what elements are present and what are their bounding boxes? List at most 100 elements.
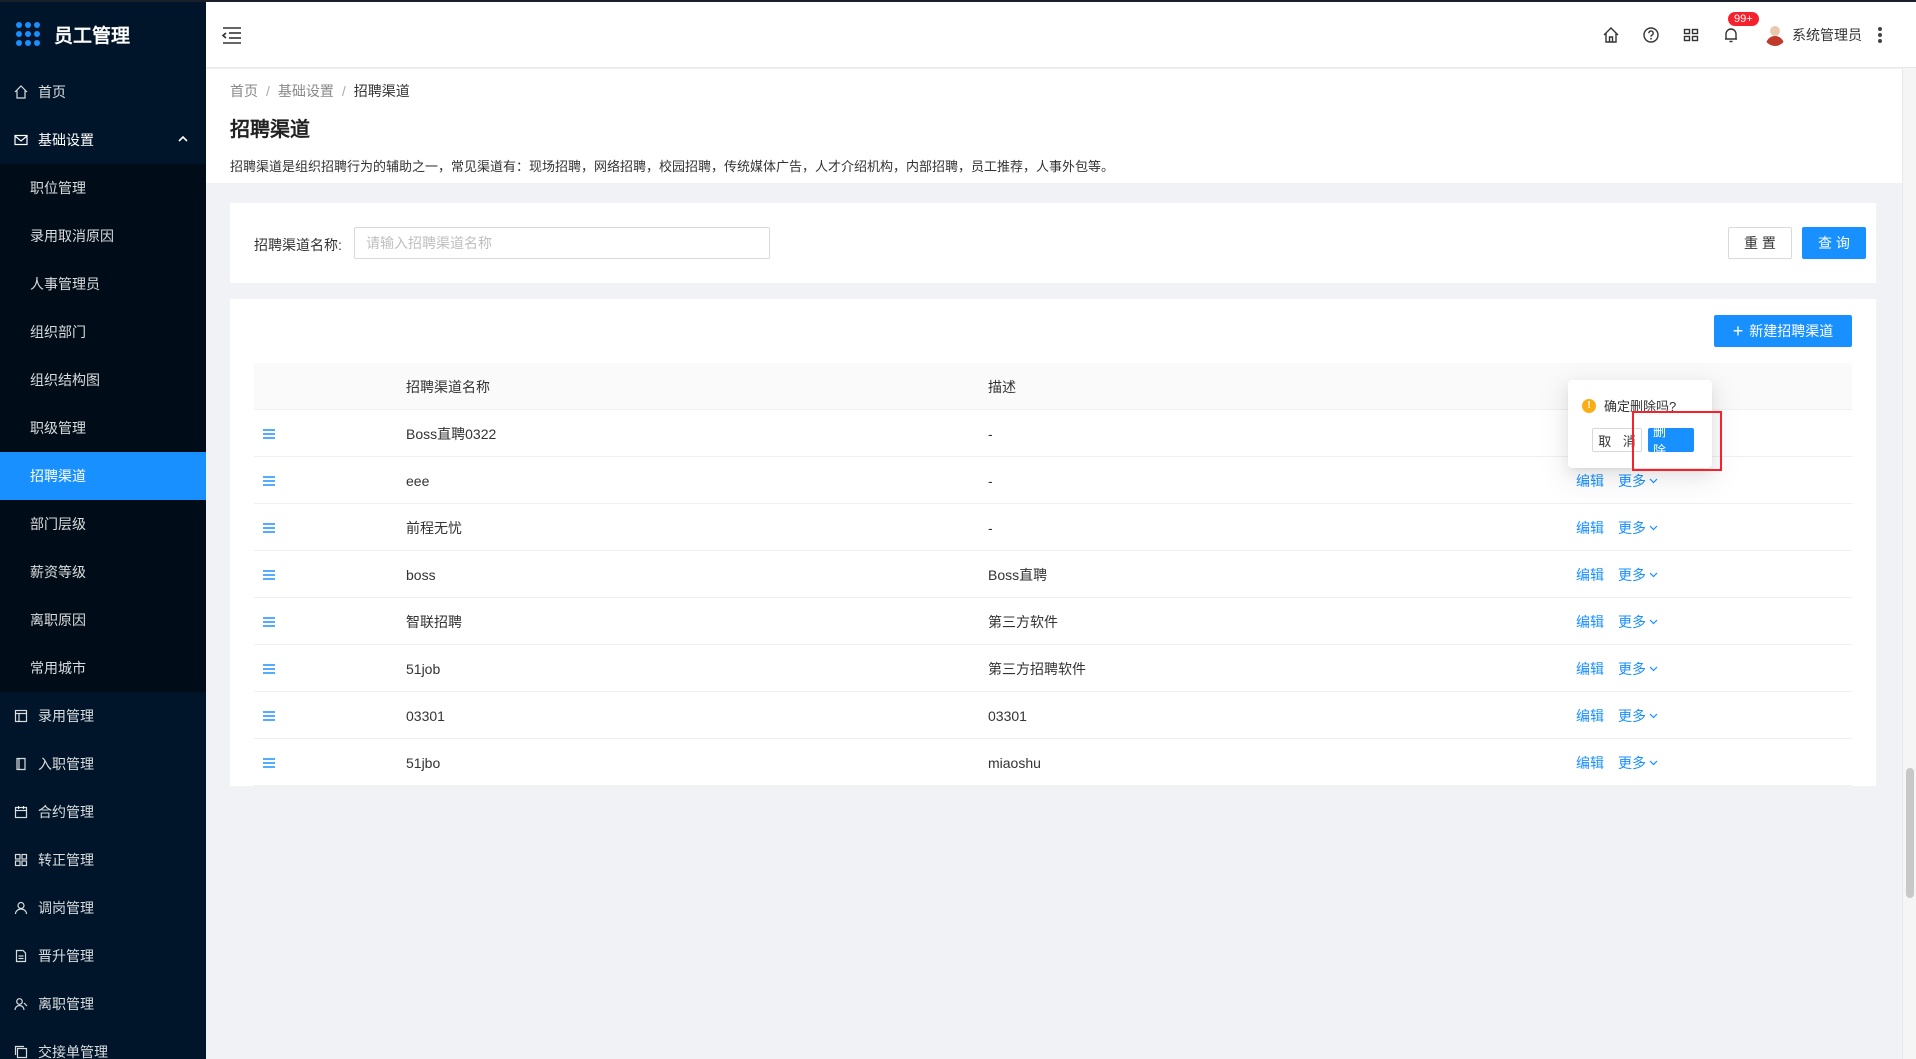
sidebar-subitem-label: 职级管理 (30, 420, 86, 436)
drag-handle-icon[interactable] (262, 692, 276, 739)
row-actions: 编辑 更多 (1576, 645, 1658, 692)
sidebar-subitem[interactable]: 招聘渠道 (0, 452, 206, 500)
cell-channel-name: eee (406, 472, 430, 489)
breadcrumb-home[interactable]: 首页 (230, 81, 258, 101)
sidebar-subitem-label: 职位管理 (30, 180, 86, 196)
more-label: 更多 (1618, 707, 1646, 724)
breadcrumb-basic-settings[interactable]: 基础设置 (278, 81, 334, 101)
sidebar-subitem[interactable]: 职位管理 (0, 164, 206, 212)
popconfirm-delete-button[interactable]: 删 除 (1648, 424, 1694, 458)
cell-channel-name: 51jbo (406, 754, 441, 771)
drag-handle-icon[interactable] (262, 457, 276, 504)
window-top-border (0, 0, 1916, 2)
chevron-down-icon (1649, 572, 1658, 577)
edit-link[interactable]: 编辑 (1576, 753, 1604, 773)
drag-handle-icon[interactable] (262, 410, 276, 457)
scrollbar-thumb[interactable] (1906, 768, 1914, 898)
drag-handle-icon[interactable] (262, 739, 276, 786)
sidebar-item[interactable]: 录用管理 (0, 692, 206, 740)
sidebar-item[interactable]: 入职管理 (0, 740, 206, 788)
channel-name-search-input[interactable] (354, 227, 770, 259)
column-header-description[interactable]: 描述 (988, 363, 1016, 410)
more-dropdown[interactable]: 更多 (1618, 518, 1658, 538)
sidebar-subitem[interactable]: 录用取消原因 (0, 212, 206, 260)
sidebar-item[interactable]: 晋升管理 (0, 932, 206, 980)
edit-link[interactable]: 编辑 (1576, 518, 1604, 538)
help-circle-icon[interactable] (1642, 26, 1660, 44)
sidebar-item-label: 录用管理 (38, 708, 94, 724)
drag-handle-icon[interactable] (262, 598, 276, 645)
bell-icon[interactable]: 99+ (1722, 12, 1759, 44)
search-form: 招聘渠道名称: 重 置 查 询 (230, 203, 1876, 283)
sidebar-subitem[interactable]: 组织部门 (0, 308, 206, 356)
sidebar-item[interactable]: 转正管理 (0, 836, 206, 884)
apps-grid-icon (16, 22, 40, 46)
more-dropdown[interactable]: 更多 (1618, 659, 1658, 679)
row-actions: 编辑 更多 (1576, 551, 1658, 598)
sidebar-subitem[interactable]: 组织结构图 (0, 356, 206, 404)
sidebar-subitem[interactable]: 人事管理员 (0, 260, 206, 308)
cell-channel-name: 智联招聘 (406, 613, 462, 630)
breadcrumb: 首页 / 基础设置 / 招聘渠道 (230, 81, 1878, 101)
grid-icon (14, 853, 28, 867)
sidebar-subitem[interactable]: 薪资等级 (0, 548, 206, 596)
cell-description: 第三方招聘软件 (988, 660, 1086, 677)
sidebar-item-label: 首页 (38, 84, 66, 100)
sidebar-subitem-label: 组织结构图 (30, 372, 100, 388)
query-button[interactable]: 查 询 (1802, 227, 1866, 259)
more-dropdown[interactable]: 更多 (1618, 612, 1658, 632)
breadcrumb-separator: / (341, 83, 346, 99)
sidebar-menu: 首页基础设置职位管理录用取消原因人事管理员 组织部门组织结构图职级管理招聘渠道 部门… (0, 68, 206, 1059)
more-vertical-icon[interactable] (1878, 27, 1882, 43)
plus-icon: + (1732, 321, 1744, 341)
reset-button[interactable]: 重 置 (1728, 227, 1792, 259)
sidebar-item[interactable]: 合约管理 (0, 788, 206, 836)
popconfirm-cancel-button[interactable]: 取 消 (1592, 428, 1642, 452)
cell-channel-name: Boss直聘0322 (406, 425, 497, 442)
drag-handle-icon[interactable] (262, 504, 276, 551)
user-menu[interactable]: 系统管理员 (1764, 24, 1862, 46)
sidebar-subitem[interactable]: 部门层级 (0, 500, 206, 548)
table-row: 51job 第三方招聘软件 编辑 更多 (254, 645, 1852, 692)
table-card: + 新建招聘渠道 招聘渠道名称 描述 Boss直聘0322- eee - 编辑 更多 前程… (230, 299, 1876, 786)
new-channel-button[interactable]: + 新建招聘渠道 (1714, 315, 1852, 347)
sidebar-subitem-label: 常用城市 (30, 660, 86, 676)
chevron-down-icon (1649, 478, 1658, 483)
table-row: boss Boss直聘 编辑 更多 (254, 551, 1852, 598)
sidebar-subitem[interactable]: 职级管理 (0, 404, 206, 452)
sidebar-subitem[interactable]: 常用城市 (0, 644, 206, 692)
sidebar-subitem[interactable]: 离职原因 (0, 596, 206, 644)
table-row: 前程无忧 - 编辑 更多 (254, 504, 1852, 551)
popconfirm-message: 确定删除吗? (1604, 399, 1677, 414)
more-label: 更多 (1618, 613, 1646, 630)
more-dropdown[interactable]: 更多 (1618, 753, 1658, 773)
sidebar-item-home[interactable]: 首页 (0, 68, 206, 116)
edit-link[interactable]: 编辑 (1576, 471, 1604, 491)
edit-link[interactable]: 编辑 (1576, 565, 1604, 585)
page-scrollbar[interactable] (1902, 68, 1916, 1059)
column-header-name[interactable]: 招聘渠道名称 (406, 363, 490, 410)
sidebar-item-basic-settings[interactable]: 基础设置 (0, 116, 206, 164)
sidebar-item[interactable]: 调岗管理 (0, 884, 206, 932)
calendar-icon (14, 805, 28, 819)
app-grid-icon[interactable] (1682, 26, 1700, 44)
exclamation-circle-icon: ! (1582, 398, 1596, 413)
app-logo[interactable]: 员工管理 (0, 0, 206, 68)
drag-handle-icon[interactable] (262, 551, 276, 598)
home-icon (14, 85, 28, 99)
more-dropdown[interactable]: 更多 (1618, 565, 1658, 585)
sidebar-item[interactable]: 交接单管理 (0, 1028, 206, 1059)
more-dropdown[interactable]: 更多 (1618, 471, 1658, 491)
sidebar-item[interactable]: 离职管理 (0, 980, 206, 1028)
breadcrumb-current: 招聘渠道 (353, 83, 410, 99)
more-dropdown[interactable]: 更多 (1618, 706, 1658, 726)
more-label: 更多 (1618, 660, 1646, 677)
sidebar-subitem-label: 录用取消原因 (30, 228, 114, 244)
edit-link[interactable]: 编辑 (1576, 659, 1604, 679)
home-icon[interactable] (1602, 26, 1620, 44)
drag-handle-icon[interactable] (262, 645, 276, 692)
edit-link[interactable]: 编辑 (1576, 612, 1604, 632)
menu-fold-icon[interactable] (221, 26, 242, 44)
sidebar-item-label: 转正管理 (38, 852, 94, 868)
edit-link[interactable]: 编辑 (1576, 706, 1604, 726)
